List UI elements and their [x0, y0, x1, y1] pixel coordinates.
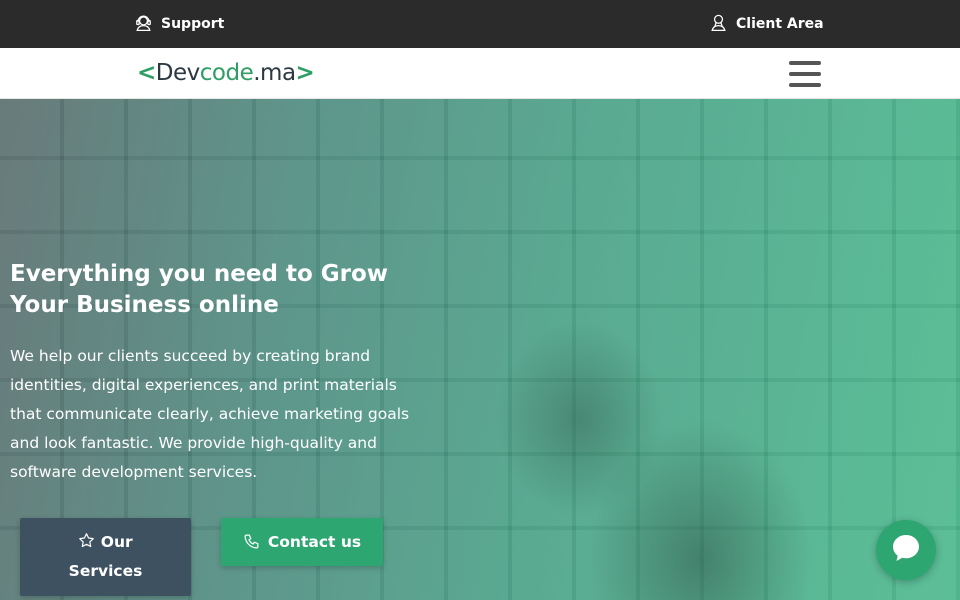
support-link[interactable]: Support [134, 0, 224, 48]
logo-dev: Dev [155, 60, 200, 86]
hero-description: We help our clients succeed by creating … [10, 347, 410, 481]
logo-code: code [199, 60, 254, 86]
hero-section: Everything you need to Grow Your Busines… [0, 99, 960, 600]
client-area-label: Client Area [736, 16, 824, 32]
logo-close-bracket: > [295, 60, 315, 86]
user-icon [709, 13, 728, 36]
chat-widget-button[interactable] [876, 520, 936, 580]
phone-icon [243, 533, 260, 552]
hamburger-menu-icon[interactable] [789, 61, 821, 87]
hamburger-line [789, 83, 821, 87]
star-icon [78, 533, 100, 551]
top-bar: Support Client Area [0, 0, 960, 48]
hamburger-line [789, 61, 821, 65]
support-label: Support [161, 16, 225, 32]
logo-tld: .ma [253, 60, 296, 86]
chat-bubble-icon [890, 532, 922, 568]
headset-icon [134, 13, 153, 36]
our-services-button[interactable]: Our Services [20, 518, 191, 596]
hamburger-line [789, 72, 821, 76]
contact-us-label: Contact us [267, 533, 362, 551]
site-logo[interactable]: < Dev code .ma > [137, 58, 315, 88]
logo-open-bracket: < [137, 60, 156, 86]
hero-title: Everything you need to Grow Your Busines… [10, 261, 389, 318]
contact-us-button[interactable]: Contact us [221, 518, 383, 566]
client-area-link[interactable]: Client Area [709, 0, 824, 48]
